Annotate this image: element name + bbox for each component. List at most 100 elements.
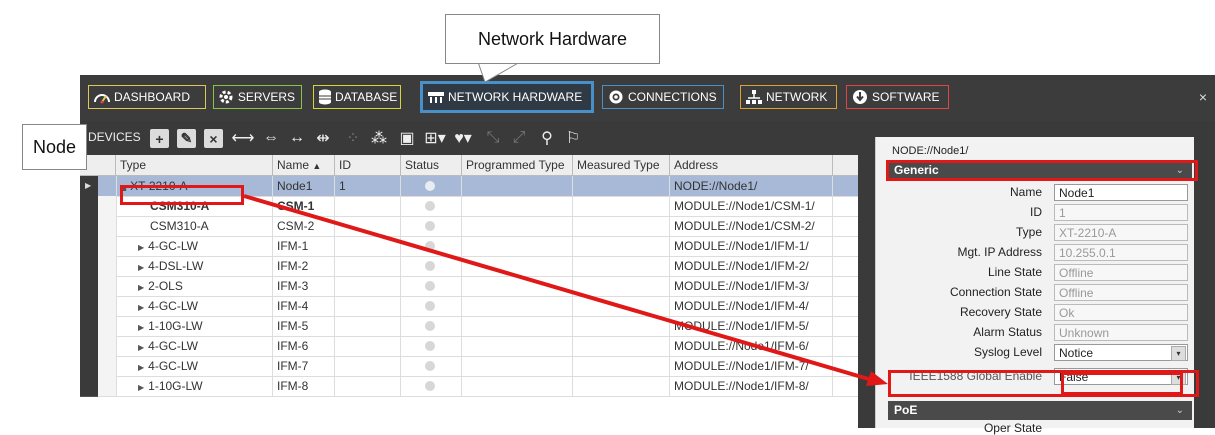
row-header[interactable] [80,196,98,217]
column-header-address[interactable]: Address [670,155,833,175]
expand-arrow-icon[interactable]: ▶ [138,383,144,392]
table-row[interactable]: ▶ 1-10G-LW IFM-5 MODULE://Node1/IFM-5/ [80,316,858,337]
expand-all-icon[interactable]: ⇔ [260,127,282,149]
row-header[interactable] [80,256,98,277]
column-header-type[interactable]: Type [116,155,273,175]
row-header[interactable] [80,356,98,377]
column-header-status[interactable]: Status [401,155,462,175]
table-row[interactable]: ▶ 4-GC-LW IFM-7 MODULE://Node1/IFM-7/ [80,356,858,377]
status-indicator-icon [425,241,435,251]
row-header[interactable] [80,336,98,357]
tab-label: CONNECTIONS [628,90,717,104]
expand-arrow-icon[interactable]: ▶ [138,343,144,352]
expand-arrow-icon[interactable]: ▶ [138,323,144,332]
tools-icon[interactable]: ⊞▾ [424,127,446,149]
cell-ptype [462,356,573,376]
expand-horizontal-icon[interactable]: ⟷ [232,127,255,149]
section-poe[interactable]: PoE ⌄ [888,401,1192,420]
unlink-icon[interactable]: ⤢ [508,127,530,149]
cell-address: MODULE://Node1/IFM-2/ [670,256,833,276]
table-row[interactable]: CSM310-A CSM-2 MODULE://Node1/CSM-2/ [80,216,858,237]
database-icon [318,89,332,105]
cell-ptype [462,236,573,256]
cell-type: ▶ 4-GC-LW [116,236,273,256]
row-header[interactable] [80,236,98,257]
status-indicator-icon [425,341,435,351]
locate-icon[interactable]: ⚐ [562,127,584,149]
delete-icon[interactable]: × [204,129,223,148]
type-label: 4-DSL-LW [148,259,204,273]
cell-type: ▶ 4-GC-LW [116,356,273,376]
row-gutter [98,316,117,336]
table-row[interactable]: ▶ 4-DSL-LW IFM-2 MODULE://Node1/IFM-2/ [80,256,858,277]
add-icon[interactable]: + [150,129,169,148]
chevron-down-icon[interactable]: ▾ [1171,370,1186,385]
module-icon[interactable]: ▣ [396,127,418,149]
row-header[interactable] [80,216,98,237]
tab-label: NETWORK HARDWARE [448,90,583,104]
column-header-name[interactable]: Name ▲ [273,155,335,175]
chevron-down-icon[interactable]: ▾ [1171,346,1186,361]
table-row[interactable]: ▶ 4-GC-LW IFM-6 MODULE://Node1/IFM-6/ [80,336,858,357]
tab-network-hardware[interactable]: NETWORK HARDWARE [420,81,594,113]
collapse-arrow-icon[interactable]: ◢ [120,183,126,192]
status-indicator-icon [425,221,435,231]
tab-label: SOFTWARE [872,90,940,104]
cell-mtype [573,376,670,396]
expand-arrow-icon[interactable]: ▶ [138,363,144,372]
row-header[interactable] [80,296,98,317]
expand-arrow-icon[interactable]: ▶ [138,283,144,292]
collapse-icon[interactable]: ↔ [286,127,308,149]
row-gutter [98,216,117,236]
property-select[interactable]: Notice ▾ [1054,344,1188,361]
cell-ptype [462,296,573,316]
tab-servers[interactable]: SERVERS [213,85,302,109]
tab-connections[interactable]: CONNECTIONS [602,85,724,109]
expand-arrow-icon[interactable]: ▶ [138,303,144,312]
close-icon[interactable]: × [1199,89,1207,105]
row-gutter [98,296,117,316]
column-header-programmed-type[interactable]: Programmed Type [462,155,573,175]
edit-icon[interactable]: ✎ [177,129,196,148]
column-header-measured-type[interactable]: Measured Type [573,155,670,175]
tab-dashboard[interactable]: DASHBOARD [88,85,206,109]
collapse-all-icon[interactable]: ⇹ [312,127,334,149]
row-header[interactable] [80,316,98,337]
find-icon[interactable]: ⚲ [536,127,558,149]
tab-network[interactable]: NETWORK [740,85,837,109]
property-field[interactable]: Node1 [1054,184,1188,201]
tab-label: DASHBOARD [114,90,191,104]
status-indicator-icon [425,181,435,191]
table-row[interactable]: CSM310-A CSM-1 MODULE://Node1/CSM-1/ [80,196,858,217]
cell-status [401,176,462,196]
tab-database[interactable]: DATABASE [313,85,401,109]
table-row[interactable]: ▶ 2-OLS IFM-3 MODULE://Node1/IFM-3/ [80,276,858,297]
cell-mtype [573,336,670,356]
expand-arrow-icon[interactable]: ▶ [138,243,144,252]
table-row[interactable]: ▶ 4-GC-LW IFM-1 MODULE://Node1/IFM-1/ [80,236,858,257]
cell-type: ▶ 4-GC-LW [116,336,273,356]
column-header-id[interactable]: ID [335,155,401,175]
table-row[interactable]: ▶ 4-GC-LW IFM-4 MODULE://Node1/IFM-4/ [80,296,858,317]
cell-address: MODULE://Node1/IFM-1/ [670,236,833,256]
table-row[interactable]: ▶ 1-10G-LW IFM-8 MODULE://Node1/IFM-8/ [80,376,858,397]
row-gutter [98,196,117,216]
tab-software[interactable]: SOFTWARE [846,85,949,109]
section-generic[interactable]: Generic ⌄ [888,161,1192,180]
row-header[interactable]: ▶ [80,176,98,197]
link-icon[interactable]: ⁂ [368,127,390,149]
type-label: 4-GC-LW [148,299,198,313]
favorite-icon[interactable]: ♥▾ [452,127,474,149]
row-header[interactable] [80,276,98,297]
wand-icon[interactable]: ⤡ [482,127,504,149]
panel-path: NODE://Node1/ [892,145,969,157]
cell-address: MODULE://Node1/IFM-5/ [670,316,833,336]
devices-toolbar: DEVICES + ✎ × ⟷ ⇔ ↔ ⇹ ⁘ ⁂ ▣ ⊞▾ ♥▾ ⤡ ⤢ ⚲ … [80,121,858,155]
gear-icon [218,89,235,105]
property-select[interactable]: False ▾ [1054,368,1188,385]
table-row[interactable]: ▶ ◢ XT-2210-A Node1 1 NODE://Node1/ [80,176,858,197]
row-header[interactable] [80,376,98,397]
group-icon[interactable]: ⁘ [342,127,364,149]
cell-status [401,256,462,276]
expand-arrow-icon[interactable]: ▶ [138,263,144,272]
